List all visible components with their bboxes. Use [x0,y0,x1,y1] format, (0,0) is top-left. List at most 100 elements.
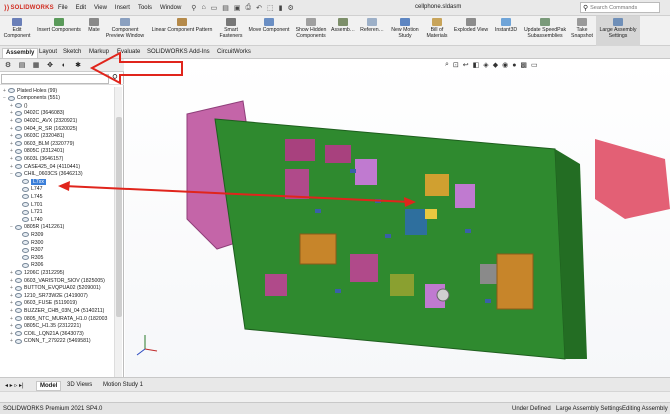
menu-view[interactable]: View [94,5,107,11]
tree-item[interactable]: + BUTTON_EVQPUA02 (5209001) [10,285,101,292]
tree-item[interactable]: +0404_R_SR (1620025) [10,125,77,132]
tree-item[interactable]: +0603_BLM (2320779) [10,140,74,147]
menu-tools[interactable]: Tools [138,5,152,11]
new-motion-study-button[interactable]: New Motion Study [388,16,422,46]
tree-item[interactable]: L721 [17,209,43,216]
tree-item[interactable]: +1210_SR73W2E (1419007) [10,292,88,299]
zoom-area-icon[interactable]: ⊡ [453,61,459,69]
nav-arrows[interactable]: ◂ ▸ ▹ ▸| [2,381,27,390]
tree-item[interactable]: +0402C (3646083) [10,110,64,117]
tab-model[interactable]: Model [36,381,62,391]
assembly-features-button[interactable]: Assemb… [330,16,356,46]
component-preview-button[interactable]: Component Preview Window [104,16,146,46]
appearance-icon[interactable]: ● [512,62,516,69]
tree-item[interactable]: R306 [17,262,43,269]
tab-assembly[interactable]: Assembly [2,48,39,58]
tree-item[interactable]: +() [10,102,27,109]
tab-layout[interactable]: Layout [36,48,60,58]
section-view-icon[interactable]: ◧ [473,61,480,69]
menu-insert[interactable]: Insert [115,5,130,11]
print-icon[interactable]: ⎙ [246,4,252,12]
search-icon[interactable]: ⚲ [112,73,118,82]
instant3d-button[interactable]: Instant3D [492,16,520,46]
move-component-button[interactable]: Move Component [246,16,292,46]
tree-item[interactable]: L747 [17,186,43,193]
tree-item[interactable]: +1206C (2312295) [10,269,64,276]
hide-show-icon[interactable]: ◉ [502,61,508,69]
menu-file[interactable]: File [58,5,68,11]
display-style-icon[interactable]: ◆ [493,61,498,69]
reference-geometry-button[interactable]: Referen… [358,16,386,46]
search-commands[interactable]: ⚲ [580,2,660,13]
tab-addins[interactable]: SOLIDWORKS Add-Ins [144,48,213,58]
featuremanager-tab-icon[interactable]: ⚙ [3,60,13,70]
pin-icon[interactable]: ⚲ [191,4,196,12]
circuitworks-tab-icon[interactable]: ✱ [73,60,83,70]
tree-item[interactable]: + CONN_T_279222 (5469581) [10,338,91,345]
dimxpert-tab-icon[interactable]: ✥ [45,60,55,70]
update-speedpak-button[interactable]: Update SpeedPak Subassemblies [522,16,568,46]
save-icon[interactable]: ▣ [234,4,241,12]
insert-components-button[interactable]: Insert Components [34,16,84,46]
open-file-icon[interactable]: ▤ [222,4,229,12]
tab-circuitworks[interactable]: CircuitWorks [214,48,254,58]
solidworks-logo[interactable]: ⟩⟩ SOLIDWORKS [0,4,54,12]
tree-item[interactable]: +0805_NTC_MURATA_H1.0 (182003 [10,315,107,322]
pcb-assembly-model[interactable] [125,59,670,377]
propertymanager-tab-icon[interactable]: ▤ [17,60,27,70]
take-snapshot-button[interactable]: Take Snapshot [570,16,594,46]
tree-item[interactable]: +0603_FUSE (5119019) [10,300,77,307]
tree-item[interactable]: +0603_VARISTOR_SIOV (1825005) [10,277,105,284]
tree-item[interactable]: + Plated Holes (99) [3,87,57,94]
tree-item[interactable]: R307 [17,247,43,254]
menu-window[interactable]: Window [160,5,181,11]
tree-item[interactable]: L701 [17,201,43,208]
tab-evaluate[interactable]: Evaluate [114,48,143,58]
tree-item[interactable]: R305 [17,254,43,261]
tree-item[interactable]: −0805R (1412261) [10,224,64,231]
tree-item[interactable]: + CASE425_04 (4110441) [10,163,80,170]
tree-scrollbar[interactable] [114,87,122,377]
filter-input[interactable] [1,74,109,84]
tree-item[interactable]: +0603C (2320481) [10,133,64,140]
tree-item[interactable]: + COIL_LQN21A (3643073) [10,330,84,337]
tab-markup[interactable]: Markup [86,48,112,58]
configurationmanager-tab-icon[interactable]: ▦ [31,60,41,70]
tree-item[interactable]: R309 [17,231,43,238]
select-icon[interactable]: ⬚ [267,4,274,12]
graphics-viewport[interactable]: ⌕ ⊡ ↩ ◧ ◈ ◆ ◉ ● ▩ ▭ [125,59,670,377]
tab-3d-views[interactable]: 3D Views [64,381,95,389]
display-manager-tab-icon[interactable]: ◐ [59,60,69,70]
tree-item[interactable]: +0603L (3646157) [10,155,63,162]
previous-view-icon[interactable]: ↩ [463,61,469,69]
tree-item[interactable]: +0805C_H1.35 (2312221) [10,323,81,330]
show-hidden-button[interactable]: Show Hidden Components [294,16,328,46]
scene-icon[interactable]: ▩ [520,61,527,69]
options-icon[interactable]: ⚙ [288,4,294,12]
view-settings-icon[interactable]: ▭ [531,61,538,69]
tree-item[interactable]: R300 [17,239,43,246]
large-assembly-settings-button[interactable]: Large Assembly Settings [596,16,640,46]
linear-pattern-button[interactable]: Linear Component Pattern [148,16,216,46]
view-orientation-icon[interactable]: ◈ [483,61,488,69]
tree-item[interactable]: − CHIL_0603CS (3646213) [10,171,83,178]
tree-item[interactable]: − Components (551) [3,95,60,102]
edit-component-button[interactable]: Edit Component [2,16,32,46]
tree-item[interactable]: L740 [17,216,43,223]
tab-motion-study[interactable]: Motion Study 1 [100,381,146,389]
tree-item[interactable]: +0402C_AVX (2320921) [10,117,77,124]
tree-item-selected[interactable]: L7xx [17,178,46,185]
bill-of-materials-button[interactable]: Bill of Materials [424,16,450,46]
menu-edit[interactable]: Edit [76,5,86,11]
new-file-icon[interactable]: ▭ [211,4,218,12]
search-input[interactable] [590,4,653,11]
exploded-view-button[interactable]: Exploded View [452,16,490,46]
tree-item[interactable]: L745 [17,193,43,200]
home-icon[interactable]: ⌂ [201,4,205,12]
status-large-assembly[interactable]: Large Assembly Settings [556,406,622,412]
tree-item[interactable]: +0805C (2312401) [10,148,64,155]
undo-icon[interactable]: ↶ [256,4,262,12]
tree-item[interactable]: + BUZZER_CHB_03N_04 (5140211) [10,307,104,314]
tab-sketch[interactable]: Sketch [60,48,84,58]
scrollbar-thumb[interactable] [116,117,122,317]
